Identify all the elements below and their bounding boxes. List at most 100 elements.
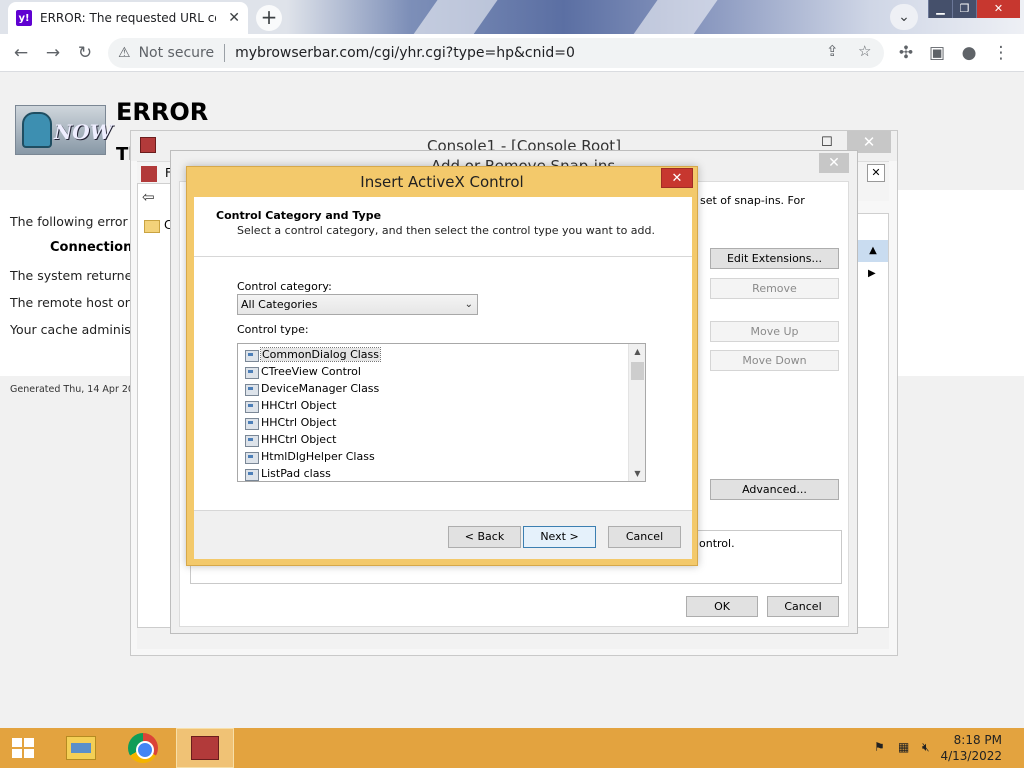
activex-close-button[interactable]: ✕ [661, 168, 693, 188]
list-item[interactable]: HHCtrl Object [244, 397, 336, 414]
actions-pane: ▲ ▶ [857, 213, 889, 649]
list-item[interactable]: ListPad class [244, 465, 331, 481]
list-item-label: DeviceManager Class [261, 382, 380, 395]
insert-activex-dialog: Insert ActiveX Control ✕ Control Categor… [186, 166, 698, 566]
list-item-label: CTreeView Control [261, 365, 361, 378]
console-tree-pane: ⇦ C [137, 183, 172, 649]
mmc-toolbox-icon [191, 736, 219, 760]
wizard-panel: Control category: All Categories ⌄ Contr… [194, 257, 692, 511]
mmc-taskbar-button[interactable] [176, 728, 234, 768]
generated-footer: Generated Thu, 14 Apr 202 [10, 384, 140, 395]
remove-button[interactable]: Remove [710, 278, 839, 299]
menu-kebab-icon[interactable]: ⋮ [988, 40, 1014, 66]
back-button[interactable]: < Back [448, 526, 521, 548]
list-scrollbar[interactable]: ▲ ▼ [628, 344, 645, 481]
ok-button[interactable]: OK [686, 596, 758, 617]
browser-tab[interactable]: y! ERROR: The requested URL could ✕ [8, 2, 248, 34]
scroll-up-icon[interactable]: ▲ [629, 344, 645, 359]
move-down-button[interactable]: Move Down [710, 350, 839, 371]
maximize-icon[interactable]: ☐ [821, 135, 833, 150]
browser-title-bar: y! ERROR: The requested URL could ✕ + ⌄ … [0, 0, 1024, 34]
activex-control-icon [244, 400, 259, 413]
network-icon[interactable]: ▦ [898, 740, 909, 754]
tab-close-icon[interactable]: ✕ [228, 10, 240, 26]
back-arrow-icon[interactable]: ← [8, 40, 34, 66]
wallpaper-stripe [395, 0, 505, 34]
new-tab-button[interactable]: + [256, 5, 282, 31]
squid-icon [22, 112, 52, 148]
restore-button[interactable]: ❐ [952, 0, 976, 18]
wizard-header-title: Control Category and Type [216, 209, 382, 222]
scroll-down-icon[interactable]: ▼ [629, 466, 645, 481]
activex-control-icon [244, 417, 259, 430]
expand-right-icon[interactable]: ▶ [868, 268, 876, 279]
collapse-up-icon[interactable]: ▲ [858, 240, 888, 262]
chrome-icon [128, 733, 158, 763]
start-button[interactable] [0, 728, 48, 768]
security-label[interactable]: Not secure [139, 45, 215, 61]
file-explorer-button[interactable] [56, 728, 106, 768]
tab-title: ERROR: The requested URL could [40, 11, 216, 25]
squid-now-logo: NOW [15, 105, 112, 155]
activex-control-icon [244, 468, 259, 481]
advanced-button[interactable]: Advanced... [710, 479, 839, 500]
activex-title: Insert ActiveX Control [360, 173, 524, 191]
control-type-list[interactable]: CommonDialog Class CTreeView Control Dev… [237, 343, 646, 482]
clock-date: 4/13/2022 [940, 749, 1002, 763]
list-item[interactable]: DeviceManager Class [244, 380, 379, 397]
wizard-header: Control Category and Type Select a contr… [194, 197, 692, 257]
share-icon[interactable]: ⇪ [826, 42, 839, 60]
list-item[interactable]: HHCtrl Object [244, 431, 336, 448]
list-item-label: ListPad class [261, 467, 331, 480]
tab-search-button[interactable]: ⌄ [890, 4, 918, 30]
system-clock[interactable]: 8:18 PM 4/13/2022 [940, 732, 1002, 764]
chrome-taskbar-button[interactable] [116, 728, 170, 768]
error-text-line: Your cache administ [10, 322, 136, 337]
error-text-line: The following error w [10, 214, 142, 229]
warning-icon[interactable]: ⚠ [118, 45, 131, 61]
list-item-label: HHCtrl Object [261, 433, 337, 446]
reload-icon[interactable]: ↻ [72, 40, 98, 66]
side-panel-icon[interactable]: ▣ [924, 40, 950, 66]
back-arrow-icon[interactable]: ⇦ [142, 188, 155, 206]
volume-muted-icon[interactable]: 🔇︎ [922, 740, 930, 755]
error-bold-line: Connection [50, 240, 133, 255]
profile-avatar-icon[interactable]: ● [956, 40, 982, 66]
activex-client: Control Category and Type Select a contr… [194, 197, 692, 559]
cancel-button[interactable]: Cancel [767, 596, 839, 617]
window-close-button[interactable]: ✕ [976, 0, 1020, 18]
url-text[interactable]: mybrowserbar.com/cgi/yhr.cgi?type=hp&cni… [235, 45, 575, 61]
snapins-description: set of snap-ins. For [700, 194, 805, 207]
snapins-close-button[interactable]: ✕ [819, 153, 849, 173]
activex-control-icon [244, 451, 259, 464]
control-category-select[interactable]: All Categories ⌄ [237, 294, 478, 315]
list-item[interactable]: CommonDialog Class [244, 346, 382, 363]
action-center-flag-icon[interactable]: ⚑ [874, 740, 885, 754]
move-up-button[interactable]: Move Up [710, 321, 839, 342]
windows-logo-icon [12, 738, 34, 758]
next-button[interactable]: Next > [523, 526, 596, 548]
browser-toolbar: ← → ↻ ⚠ Not secure mybrowserbar.com/cgi/… [0, 34, 1024, 72]
mmc-doc-icon [141, 166, 157, 182]
list-item[interactable]: HHCtrl Object [244, 414, 336, 431]
description-box-text: ontrol. [699, 537, 735, 550]
activex-cancel-button[interactable]: Cancel [608, 526, 681, 548]
activex-control-icon [244, 349, 259, 362]
bookmark-star-icon[interactable]: ☆ [858, 42, 871, 60]
wallpaper-stripe [615, 0, 725, 34]
scroll-thumb[interactable] [631, 362, 644, 380]
list-item-label: HtmlDlgHelper Class [261, 450, 375, 463]
forward-arrow-icon[interactable]: → [40, 40, 66, 66]
child-close-icon[interactable]: ✕ [867, 164, 885, 182]
yahoo-favicon-icon: y! [16, 10, 32, 26]
list-item[interactable]: CTreeView Control [244, 363, 361, 380]
address-bar[interactable]: ⚠ Not secure mybrowserbar.com/cgi/yhr.cg… [108, 38, 884, 68]
activex-control-icon [244, 434, 259, 447]
edit-extensions-button[interactable]: Edit Extensions... [710, 248, 839, 269]
chevron-down-icon[interactable]: ⌄ [465, 295, 473, 314]
extensions-icon[interactable]: ✣ [893, 40, 919, 66]
folder-icon[interactable] [144, 220, 160, 233]
taskbar: ⚑ ▦ 🔇︎ 8:18 PM 4/13/2022 [0, 728, 1024, 768]
list-item[interactable]: HtmlDlgHelper Class [244, 448, 375, 465]
minimize-button[interactable]: ▁ [928, 0, 952, 18]
